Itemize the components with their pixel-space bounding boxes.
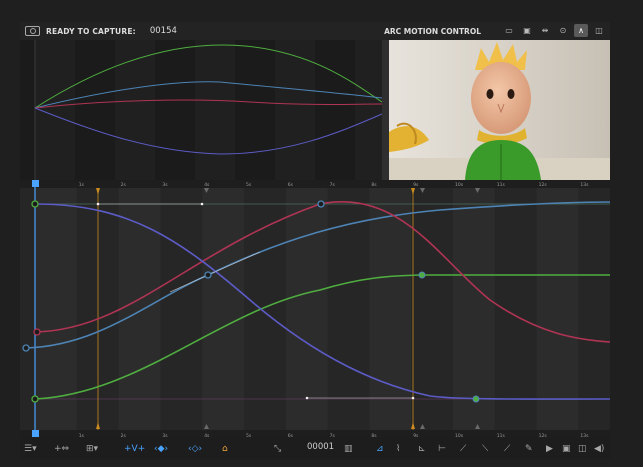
keyframe-point[interactable] (317, 200, 325, 208)
add-key-icon[interactable]: +⇔ (54, 442, 69, 455)
tangent-icon[interactable]: ⟋ (460, 442, 466, 455)
timeline-tick-label: 1s (79, 182, 85, 188)
camera-frame (389, 40, 610, 180)
bottom-toolbar: ☰▾ +⇔ ⊞▾ +V+ ‹◆› ‹◇› ⌂ ⤡ 00001 ▥ ⊿ ⌇ ⊾ ⊢… (20, 438, 610, 459)
step-icon[interactable]: ⊾ (418, 442, 426, 455)
timeline-tick-label: 8s (371, 182, 377, 188)
time-band (453, 188, 495, 430)
panel-divider[interactable] (382, 40, 389, 180)
frame-counter-icon[interactable]: ▥ (344, 442, 353, 455)
keyframe-point[interactable] (204, 271, 212, 279)
timeline-tick-label: 9s (413, 182, 419, 188)
vertical-arrows-icon[interactable]: +V+ (124, 442, 145, 455)
time-band (202, 188, 244, 430)
keyframe-point[interactable] (33, 328, 41, 336)
menu-icon[interactable]: ☰▾ (24, 442, 37, 455)
timeline-tick-label: 2s (121, 182, 127, 188)
split-icon[interactable]: ⇹ (538, 24, 552, 37)
timeline-tick-label: 11s (497, 182, 506, 188)
keyframe-point[interactable] (31, 395, 39, 403)
linear-tangent-icon[interactable]: ⊿ (376, 442, 384, 455)
keyframe-point[interactable] (472, 395, 480, 403)
timeline-tick-label: 12s (539, 182, 548, 188)
top-icon-group: ▭ ▣ ⇹ ⊙ ∧ ◫ (502, 24, 606, 37)
view-icon[interactable]: ▣ (562, 442, 571, 455)
smooth-tangent-icon[interactable]: ⟋ (504, 442, 510, 455)
curve-editor[interactable]: 1s 2s 3s 4s 5s 6s 7s 8s 9s 10s 11s 12s 13s 1s 2s 3s 4s 5… (20, 180, 611, 439)
keyframe-point[interactable] (31, 200, 39, 208)
prev-next-key-icon[interactable]: ‹◆› (154, 442, 168, 455)
curve-editor-canvas: 1s 2s 3s 4s 5s 6s 7s 8s 9s 10s 11s 12s 13s 1s 2s 3s 4s 5… (20, 180, 611, 439)
top-bar: READY TO CAPTURE: 00154 ARC MOTION CONTR… (20, 22, 610, 40)
play-icon[interactable]: ▶ (546, 442, 553, 455)
camera-viewer (389, 40, 610, 180)
timeline-tick-label: 4s (204, 182, 210, 188)
overview-graph[interactable] (20, 40, 383, 180)
break-tangent-icon[interactable]: ⟍ (482, 442, 488, 455)
volume-icon[interactable]: ◀) (594, 442, 604, 455)
timeline-tick-label: 5s (246, 182, 252, 188)
brand-title: ARC MOTION CONTROL (384, 26, 481, 36)
ease-icon[interactable]: ⌇ (396, 442, 400, 455)
arc-motion-app: READY TO CAPTURE: 00154 ARC MOTION CONTR… (20, 22, 611, 459)
capture-status: READY TO CAPTURE: (46, 26, 136, 36)
camera-icon[interactable] (25, 26, 40, 36)
playhead-handle-bottom[interactable] (32, 430, 39, 437)
timeline-tick-label: 7s (330, 182, 336, 188)
frame-counter[interactable]: 00001 (307, 442, 334, 452)
timeline-tick-label: 10s (455, 182, 464, 188)
timeline-tick-label: 6s (288, 182, 294, 188)
screen-icon[interactable]: ▣ (520, 24, 534, 37)
time-band (369, 188, 412, 430)
time-band (536, 188, 579, 430)
record-icon[interactable]: ⊙ (556, 24, 570, 37)
curve-scale-icon[interactable]: ⤡ (274, 442, 281, 455)
playhead-handle-top[interactable] (32, 180, 39, 187)
keyframe-point[interactable] (418, 271, 426, 279)
lock-icon[interactable]: ⌂ (222, 442, 228, 455)
monitor-icon[interactable]: ▭ (502, 24, 516, 37)
overview-curves (20, 40, 383, 180)
frame-number: 00154 (149, 26, 177, 36)
timeline-tick-label: 13s (580, 182, 589, 188)
snap-icon[interactable]: ⊞▾ (86, 442, 98, 455)
layers-icon[interactable]: ◫ (592, 24, 606, 37)
timeline-tick-label: 3s (162, 182, 168, 188)
fullscreen-icon[interactable]: ◫ (578, 442, 587, 455)
flat-icon[interactable]: ⊢ (438, 442, 446, 455)
time-band (285, 188, 328, 430)
move-keys-icon[interactable]: ‹◇› (188, 442, 202, 455)
curve-icon[interactable]: ∧ (574, 24, 588, 37)
keyframe-point[interactable] (22, 344, 30, 352)
edit-icon[interactable]: ✎ (525, 442, 533, 455)
